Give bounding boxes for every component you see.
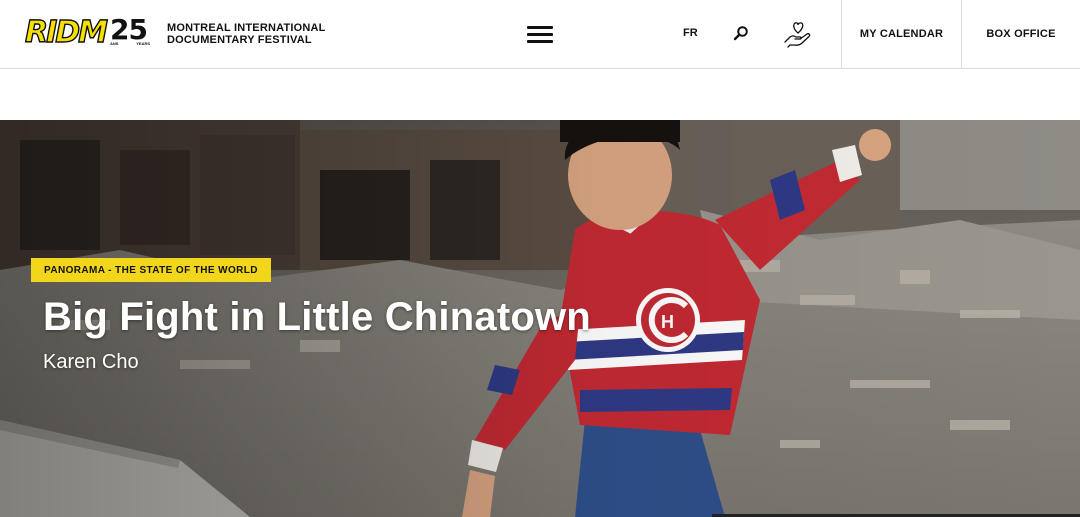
logo-anniversary: 25 ANS YEARS xyxy=(110,16,150,47)
hamburger-menu-icon[interactable] xyxy=(527,25,553,43)
search-icon[interactable] xyxy=(733,25,749,41)
festival-name: MONTREAL INTERNATIONAL DOCUMENTARY FESTI… xyxy=(167,22,326,46)
site-header: RIDM 25 ANS YEARS MONTREAL INTERNATIONAL… xyxy=(0,0,1080,69)
film-director: Karen Cho xyxy=(43,351,139,373)
film-title[interactable]: Big Fight in Little Chinatown xyxy=(43,295,591,340)
hero-banner[interactable]: H PANORAMA - THE STATE OF THE WORLD Big … xyxy=(0,120,1080,517)
my-calendar-button[interactable]: MY CALENDAR xyxy=(841,0,961,68)
donate-hand-heart-icon[interactable] xyxy=(783,20,813,50)
logo-anniversary-sub: ANS YEARS xyxy=(110,41,150,46)
festival-name-line1: MONTREAL INTERNATIONAL xyxy=(167,22,326,34)
logo-sub-left: ANS xyxy=(110,41,119,46)
logo-sub-right: YEARS xyxy=(136,41,151,46)
festival-name-line2: DOCUMENTARY FESTIVAL xyxy=(167,34,312,46)
box-office-button[interactable]: BOX OFFICE xyxy=(961,0,1080,68)
language-toggle[interactable]: FR xyxy=(683,27,698,39)
section-badge[interactable]: PANORAMA - THE STATE OF THE WORLD xyxy=(31,258,271,282)
logo-wordmark: RIDM xyxy=(24,15,108,50)
ridm-logo[interactable]: RIDM 25 ANS YEARS xyxy=(24,15,150,50)
